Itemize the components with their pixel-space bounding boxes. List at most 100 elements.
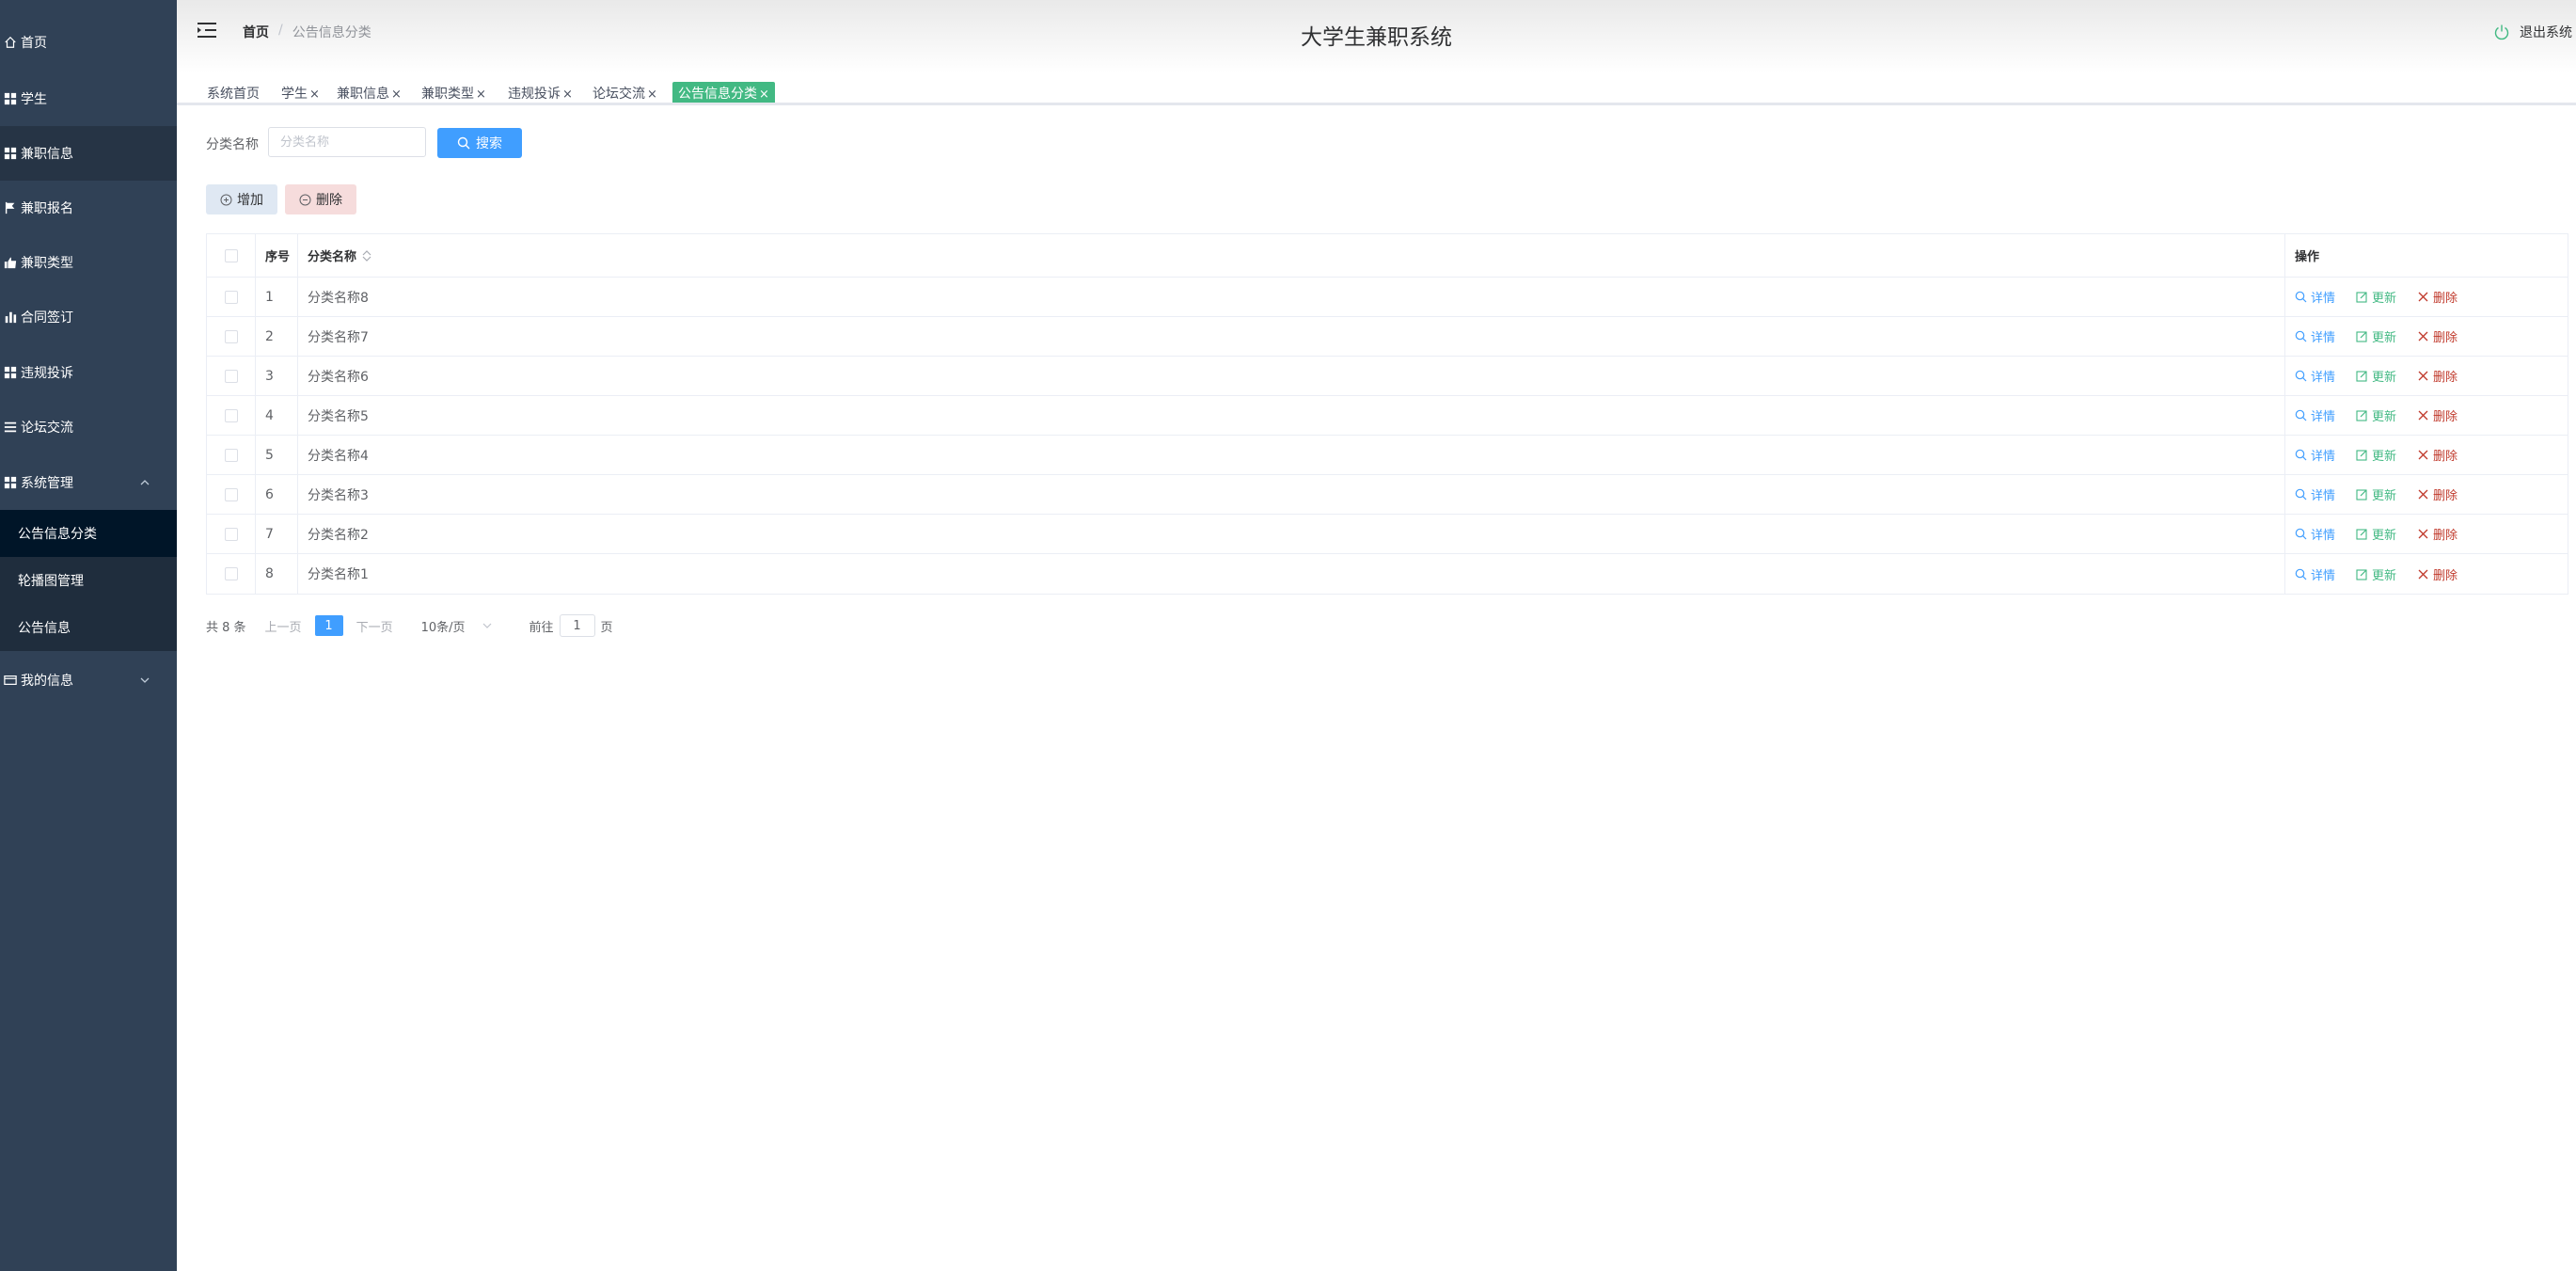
row-checkbox[interactable] [224,369,238,383]
prev-page-button[interactable]: 上一页 [265,617,302,635]
detail-button[interactable]: 详情 [2295,367,2335,385]
row-checkbox[interactable] [224,408,238,422]
detail-button[interactable]: 详情 [2295,565,2335,583]
row-checkbox[interactable] [224,487,238,501]
sidebar-item-students[interactable]: 学生 [0,71,177,126]
detail-button[interactable]: 详情 [2295,446,2335,464]
delete-button[interactable]: 删除 [2417,565,2457,583]
page-number-button[interactable]: 1 [314,615,343,636]
update-button[interactable]: 更新 [2356,446,2396,464]
update-button[interactable]: 更新 [2356,525,2396,543]
search-button[interactable]: 搜索 [437,128,522,158]
header-name[interactable]: 分类名称 [298,234,2285,277]
batch-delete-button[interactable]: 删除 [285,184,356,214]
tag-label: 系统首页 [207,87,260,102]
select-all-checkbox[interactable] [224,248,238,262]
tag-label: 违规投诉 [508,87,561,102]
tag-forum[interactable]: 论坛交流 × [589,82,661,103]
row-index: 1 [256,278,298,316]
sidebar-item-job-types[interactable]: 兼职类型 [0,235,177,290]
next-page-button[interactable]: 下一页 [356,617,393,635]
goto-label: 前往 [529,620,554,635]
tag-home[interactable]: 系统首页 [203,82,263,103]
detail-button[interactable]: 详情 [2295,288,2335,306]
row-checkbox[interactable] [224,290,238,304]
table-row: 1 分类名称8 详情 更新 删除 [207,278,2568,317]
update-button[interactable]: 更新 [2356,485,2396,503]
update-button[interactable]: 更新 [2356,565,2396,583]
delete-button-label: 删除 [316,193,342,208]
tag-job-types[interactable]: 兼职类型 × [418,82,490,103]
chevron-up-icon [140,480,150,485]
delete-button[interactable]: 删除 [2417,327,2457,345]
delete-button[interactable]: 删除 [2417,406,2457,424]
table-row: 2 分类名称7 详情 更新 删除 [207,317,2568,357]
tag-jobs[interactable]: 兼职信息 × [333,82,405,103]
sidebar-item-forum[interactable]: 论坛交流 [0,400,177,454]
delete-label: 删除 [2433,568,2458,583]
grid-icon [4,147,17,160]
sidebar-item-home[interactable]: 首页 [0,15,177,70]
update-button[interactable]: 更新 [2356,288,2396,306]
search-input[interactable] [268,127,426,157]
row-name: 分类名称1 [298,554,2285,594]
sidebar-subitem-notice-category[interactable]: 公告信息分类 [0,510,177,557]
goto-page-input[interactable] [559,614,595,637]
delete-button[interactable]: 删除 [2417,288,2457,306]
close-icon[interactable]: × [309,87,320,102]
close-icon[interactable]: × [759,87,769,102]
detail-button[interactable]: 详情 [2295,485,2335,503]
search-icon [2295,291,2307,303]
pagination: 共 8 条 上一页 1 下一页 10条/页 前往 页 [206,613,613,638]
logout-label: 退出系统 [2520,25,2572,40]
detail-button[interactable]: 详情 [2295,406,2335,424]
sidebar-item-system[interactable]: 系统管理 [0,455,177,510]
sidebar-item-jobs[interactable]: 兼职信息 [0,126,177,181]
update-button[interactable]: 更新 [2356,327,2396,345]
add-button[interactable]: 增加 [206,184,277,214]
row-check-cell [207,554,256,594]
row-index: 2 [256,317,298,356]
detail-label: 详情 [2311,331,2336,345]
close-icon [2418,331,2428,342]
tag-notice-category[interactable]: 公告信息分类 × [672,82,775,103]
chevron-down-icon [482,623,491,628]
close-icon[interactable]: × [562,87,573,102]
table-row: 7 分类名称2 详情 更新 删除 [207,515,2568,554]
detail-label: 详情 [2311,529,2336,543]
delete-label: 删除 [2433,529,2458,543]
row-checkbox[interactable] [224,527,238,541]
sidebar-item-my-info[interactable]: 我的信息 [0,653,177,707]
close-icon [2418,529,2428,539]
sidebar-subitem-carousel[interactable]: 轮播图管理 [0,557,177,604]
row-check-cell [207,278,256,316]
delete-button[interactable]: 删除 [2417,446,2457,464]
tag-complaints[interactable]: 违规投诉 × [504,82,577,103]
sort-icon[interactable] [362,249,371,262]
detail-label: 详情 [2311,489,2336,503]
row-checkbox[interactable] [224,567,238,580]
row-ops: 详情 更新 删除 [2285,357,2569,395]
delete-button[interactable]: 删除 [2417,485,2457,503]
sidebar-subitem-notice[interactable]: 公告信息 [0,604,177,651]
row-checkbox[interactable] [224,329,238,343]
tag-students[interactable]: 学生 × [277,82,324,103]
page-size-value: 10条/页 [420,620,466,635]
row-checkbox[interactable] [224,448,238,462]
detail-button[interactable]: 详情 [2295,525,2335,543]
update-button[interactable]: 更新 [2356,367,2396,385]
sidebar-item-signup[interactable]: 兼职报名 [0,181,177,235]
sidebar-item-complaints[interactable]: 违规投诉 [0,345,177,400]
detail-button[interactable]: 详情 [2295,327,2335,345]
sidebar-item-contracts[interactable]: 合同签订 [0,290,177,344]
close-icon[interactable]: × [391,87,402,102]
close-icon[interactable]: × [476,87,486,102]
row-check-cell [207,436,256,474]
page-size-select[interactable]: 10条/页 [421,617,492,635]
close-icon[interactable]: × [647,87,657,102]
update-button[interactable]: 更新 [2356,406,2396,424]
delete-button[interactable]: 删除 [2417,525,2457,543]
logout-button[interactable]: 退出系统 [2493,23,2572,41]
row-ops: 详情 更新 删除 [2285,396,2569,435]
delete-button[interactable]: 删除 [2417,367,2457,385]
